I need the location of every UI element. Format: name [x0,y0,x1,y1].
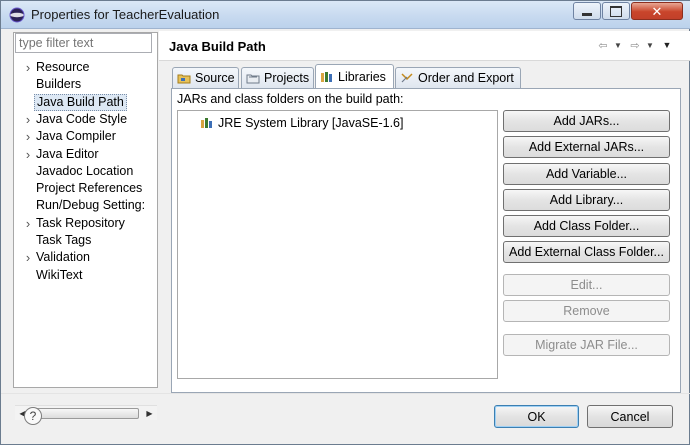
scroll-right-icon[interactable]: ▶ [142,406,157,421]
edit-label: Edit... [570,278,603,292]
sidebar-item[interactable]: › Validation [14,249,157,266]
sidebar-item[interactable]: Javadoc Location [14,163,157,180]
tab-projects[interactable]: Projects [241,67,314,88]
tab-libraries[interactable]: Libraries [315,64,394,89]
expand-chevron-icon[interactable]: › [23,111,33,128]
expand-chevron-icon[interactable]: › [23,249,33,266]
tab-libraries-label: Libraries [338,70,386,84]
forward-arrow-icon[interactable]: ⇨ [627,38,643,52]
add-external-jars-button[interactable]: Add External JARs... [503,136,670,158]
expand-chevron-icon[interactable]: › [23,146,33,163]
library-list[interactable]: JRE System Library [JavaSE-1.6] [177,110,498,379]
add-library-label: Add Library... [549,193,624,207]
sidebar-item[interactable]: Project References [14,180,157,197]
expand-chevron-icon[interactable]: › [23,128,33,145]
window-title: Properties for TeacherEvaluation [31,7,220,22]
remove-button[interactable]: Remove [503,300,670,322]
page-title: Java Build Path [169,39,266,54]
add-class-folder-label: Add Class Folder... [533,219,640,233]
add-external-jars-label: Add External JARs... [528,140,645,154]
add-variable-button[interactable]: Add Variable... [503,163,670,185]
sidebar-item-label: Task Tags [36,233,92,247]
back-menu-icon[interactable]: ▼ [610,38,626,52]
add-jars-label: Add JARs... [553,114,620,128]
build-path-section-label: JARs and class folders on the build path… [177,92,404,106]
add-library-button[interactable]: Add Library... [503,189,670,211]
sidebar-item[interactable]: › Resource [14,59,157,76]
order-export-icon [400,72,414,84]
add-external-class-folder-label: Add External Class Folder... [509,245,664,259]
scroll-thumb[interactable] [32,408,139,419]
properties-dialog: Properties for TeacherEvaluation ✕ › Reso… [0,0,690,445]
tab-source-label: Source [195,71,235,85]
add-class-folder-button[interactable]: Add Class Folder... [503,215,670,237]
maximize-button[interactable] [602,2,630,20]
add-variable-label: Add Variable... [545,167,628,181]
sidebar-item[interactable]: › Java Compiler [14,128,157,145]
view-menu-icon[interactable]: ▼ [659,38,675,52]
page-header: Java Build Path ⇦ ▼ ⇨ ▼ ▼ [159,31,690,61]
sidebar-item-label: WikiText [36,267,83,282]
tab-source[interactable]: Source [172,67,239,88]
expand-chevron-icon[interactable]: › [23,215,33,232]
sidebar-item[interactable]: Run/Debug Setting: [14,197,157,214]
sidebar-item-label: Validation [36,250,90,265]
sidebar-item[interactable]: WikiText [14,267,157,284]
sidebar-item-label: Java Editor [36,146,99,161]
sidebar-item-label: Java Compiler [36,129,116,144]
source-folder-icon [177,72,191,84]
sidebar-item[interactable]: Builders [14,76,157,93]
libraries-icon [320,71,334,83]
add-jars-button[interactable]: Add JARs... [503,110,670,132]
library-item-label: JRE System Library [JavaSE-1.6] [218,116,404,130]
cancel-button[interactable]: Cancel [587,405,673,428]
sidebar-item[interactable]: › Task Repository [14,215,157,232]
cancel-label: Cancel [610,409,650,424]
sidebar-panel: › Resource Builders Java Build Path › Java Co… [13,32,158,420]
maximize-icon [610,5,622,17]
projects-icon [246,72,260,84]
library-icon [200,117,214,129]
back-arrow-icon[interactable]: ⇦ [595,38,611,52]
help-icon[interactable]: ? [24,407,42,425]
migrate-jar-file-button[interactable]: Migrate JAR File... [503,334,670,356]
forward-menu-icon[interactable]: ▼ [642,38,658,52]
tab-projects-label: Projects [264,71,310,85]
ok-label: OK [527,409,546,424]
title-bar: Properties for TeacherEvaluation ✕ [1,1,690,29]
sidebar-item[interactable]: › Java Editor [14,146,157,163]
add-external-class-folder-button[interactable]: Add External Class Folder... [503,241,670,263]
tab-order-export-label: Order and Export [418,71,514,85]
edit-button[interactable]: Edit... [503,274,670,296]
minimize-icon [582,12,592,16]
sidebar-item-label: Task Repository [36,215,125,230]
close-button[interactable]: ✕ [631,2,683,20]
remove-label: Remove [563,304,610,318]
sidebar-item-label: Run/Debug Setting: [36,198,146,213]
eclipse-icon [9,7,25,23]
sidebar-item-label: Javadoc Location [36,163,134,178]
sidebar-item-label: Resource [36,60,90,74]
list-item[interactable]: JRE System Library [JavaSE-1.6] [200,115,403,131]
tab-order-and-export[interactable]: Order and Export [395,67,521,88]
minimize-button[interactable] [573,2,601,20]
migrate-jar-file-label: Migrate JAR File... [535,338,638,352]
sidebar-item-label: Project References [36,181,143,196]
sidebar-item[interactable]: Task Tags [14,232,157,249]
sidebar-item-label: Builders [36,77,82,92]
sidebar-item[interactable]: Java Build Path [14,93,157,111]
footer-separator [1,393,690,394]
sidebar-item[interactable]: › Java Code Style [14,111,157,128]
expand-chevron-icon[interactable]: › [23,59,33,76]
ok-button[interactable]: OK [494,405,579,428]
sidebar-item-label: Java Code Style [36,111,128,126]
filter-input[interactable] [15,33,152,53]
sidebar-item-label: Java Build Path [34,93,127,111]
close-icon: ✕ [651,3,663,19]
